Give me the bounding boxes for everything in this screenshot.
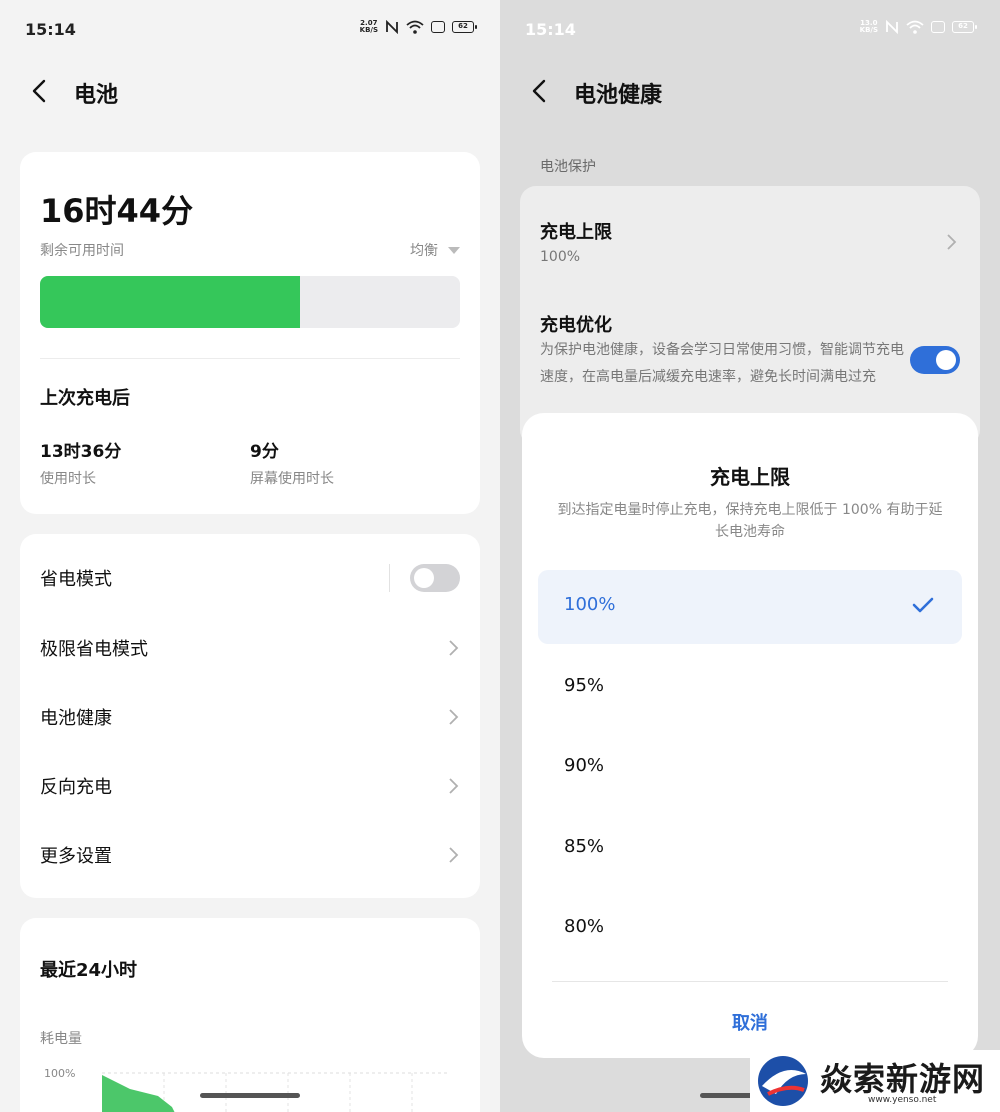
recent-24h-card: 最近24小时 耗电量 100% (20, 918, 480, 1112)
wifi-icon (406, 20, 424, 34)
charge-limit-value: 100% (540, 249, 581, 265)
power-saving-row[interactable]: 省电模式 (40, 558, 460, 598)
remaining-label: 剩余可用时间 (40, 243, 124, 259)
remaining-time: 16时44分 (40, 192, 194, 230)
status-bar: 15:14 2.07 KB/S 62 (0, 0, 500, 60)
extreme-saving-row[interactable]: 极限省电模式 (40, 628, 460, 668)
nfc-icon (386, 20, 398, 34)
sheet-description: 到达指定电量时停止充电，保持充电上限低于 100% 有助于延长电池寿命 (557, 502, 943, 540)
charge-limit-sheet: 充电上限 到达指定电量时停止充电，保持充电上限低于 100% 有助于延长电池寿命… (522, 413, 978, 1058)
charge-optimization-title: 充电优化 (540, 315, 612, 336)
battery-health-row[interactable]: 电池健康 (40, 697, 460, 737)
page-title: 电池健康 (574, 83, 663, 108)
reverse-charging-row[interactable]: 反向充电 (40, 766, 460, 806)
settings-card: 省电模式 极限省电模式 电池健康 反向充电 更多设置 (20, 534, 480, 898)
charge-optimization-desc: 为保护电池健康，设备会学习日常使用习惯，智能调节充电速度，在高电量后减缓充电速率… (540, 342, 904, 385)
battery-summary-card: 16时44分 剩余可用时间 均衡 上次充电后 13时36分 使用时长 9分 屏幕… (20, 152, 480, 514)
cancel-button[interactable]: 取消 (522, 1009, 978, 1035)
chevron-right-icon (449, 640, 459, 656)
divider (389, 564, 390, 592)
battery-icon: 62 (452, 21, 477, 33)
battery-screen: 15:14 2.07 KB/S 62 电池 16时44分 剩余可用时间 均衡 上… (0, 0, 500, 1112)
axis-top-label: 100% (44, 1067, 75, 1080)
watermark-text: 焱索新游网 (820, 1060, 986, 1098)
battery-level-fill (40, 276, 301, 328)
watermark-logo-icon (758, 1056, 808, 1106)
section-title: 电池保护 (540, 159, 596, 175)
status-time: 15:14 (525, 20, 576, 39)
power-mode-dropdown[interactable]: 均衡 (410, 240, 460, 260)
home-indicator[interactable] (200, 1093, 300, 1098)
site-watermark: 焱索新游网 www.yenso.net (750, 1050, 1000, 1112)
option-90[interactable]: 90% (538, 731, 962, 805)
chevron-right-icon (449, 847, 459, 863)
power-saving-toggle[interactable] (410, 564, 460, 592)
page-title: 电池 (74, 83, 119, 108)
back-arrow-icon[interactable] (527, 78, 553, 104)
divider (552, 981, 948, 982)
wifi-icon (906, 20, 924, 34)
charge-optimization-toggle[interactable] (910, 346, 960, 374)
watermark-url: www.yenso.net (868, 1095, 937, 1105)
divider (40, 358, 460, 359)
battery-health-screen: 15:14 13.0 KB/S 62 电池健康 电池保护 充电上限 100% 充… (500, 0, 1000, 1112)
page-header: 电池 (0, 60, 500, 124)
consumption-chart: 100% (44, 1067, 450, 1112)
usage-stat: 13时36分 使用时长 (40, 442, 122, 487)
nfc-icon (886, 20, 898, 34)
consumption-area (102, 1075, 175, 1112)
battery-level-bar (40, 276, 460, 328)
back-arrow-icon[interactable] (27, 78, 53, 104)
screen-stat: 9分 屏幕使用时长 (250, 442, 334, 487)
net-speed: 13.0 KB/S (859, 19, 878, 34)
sheet-title: 充电上限 (710, 465, 790, 489)
option-95[interactable]: 95% (538, 651, 962, 725)
option-100[interactable]: 100% (538, 570, 962, 644)
status-bar: 15:14 13.0 KB/S 62 (500, 0, 1000, 60)
consumption-label: 耗电量 (40, 1031, 82, 1047)
option-80[interactable]: 80% (538, 892, 962, 966)
chevron-right-icon (449, 709, 459, 725)
more-settings-row[interactable]: 更多设置 (40, 835, 460, 875)
battery-icon: 62 (952, 21, 977, 33)
charge-limit-title[interactable]: 充电上限 (540, 218, 612, 244)
option-85[interactable]: 85% (538, 812, 962, 886)
status-time: 15:14 (25, 20, 76, 39)
screen-mirror-icon (931, 21, 945, 33)
chevron-right-icon (449, 778, 459, 794)
dropdown-triangle-icon (448, 246, 460, 254)
page-header: 电池健康 (500, 60, 1000, 124)
checkmark-icon (912, 597, 934, 613)
recent-title: 最近24小时 (40, 960, 138, 981)
since-charge-title: 上次充电后 (40, 388, 130, 409)
net-speed: 2.07 KB/S (359, 19, 378, 34)
battery-protection-card: 充电上限 100% 充电优化 为保护电池健康，设备会学习日常使用习惯，智能调节充… (520, 186, 980, 446)
chevron-right-icon (947, 234, 957, 250)
screen-mirror-icon (431, 21, 445, 33)
